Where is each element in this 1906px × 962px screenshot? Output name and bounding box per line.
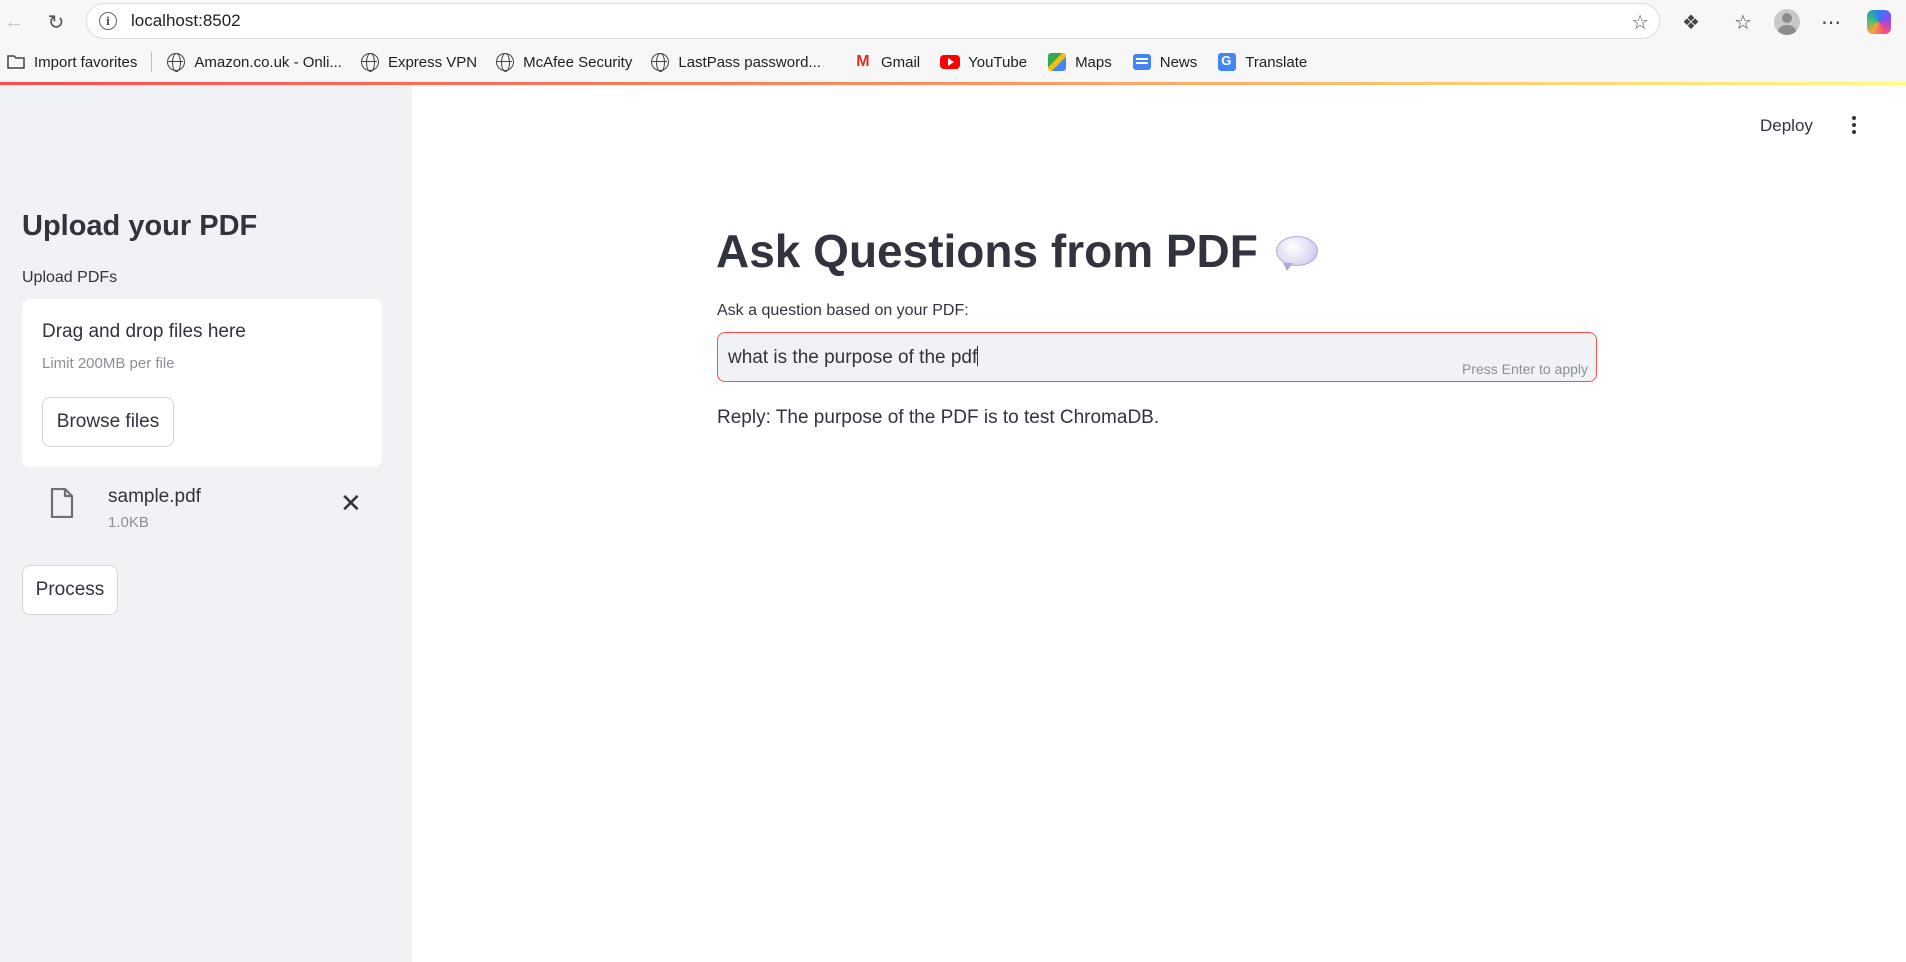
bookmark-youtube[interactable]: YouTube [934, 47, 1033, 77]
bookmark-label: McAfee Security [523, 53, 633, 71]
page-title-text: Ask Questions from PDF [716, 225, 1258, 277]
file-size: 1.0KB [108, 514, 149, 531]
news-icon [1132, 52, 1152, 72]
back-arrow-icon[interactable]: ← [0, 8, 28, 36]
deploy-button[interactable]: Deploy [1760, 116, 1813, 136]
translate-icon [1217, 52, 1237, 72]
reply-text: Reply: The purpose of the PDF is to test… [717, 407, 1160, 428]
bookmark-express-vpn[interactable]: Express VPN [354, 47, 483, 77]
more-menu-icon[interactable]: ⋯ [1816, 7, 1846, 37]
file-icon [50, 487, 74, 523]
input-hint: Press Enter to apply [1461, 361, 1588, 377]
file-dropzone[interactable]: Drag and drop files here Limit 200MB per… [22, 299, 382, 467]
folder-import-icon [6, 52, 26, 72]
refresh-icon[interactable]: ↻ [42, 8, 70, 36]
uploader-label: Upload PDFs [22, 269, 118, 286]
bookmark-translate[interactable]: Translate [1211, 47, 1313, 77]
uploaded-file-item: sample.pdf 1.0KB ✕ [22, 480, 382, 540]
globe-icon [360, 52, 380, 72]
address-bar[interactable]: i localhost:8502 ☆ [86, 3, 1660, 39]
bookmark-label: Amazon.co.uk - Onli... [194, 53, 342, 71]
bookmark-label: Maps [1075, 53, 1112, 71]
bookmark-label: Gmail [880, 53, 921, 71]
browse-files-button[interactable]: Browse files [42, 397, 174, 447]
question-input-value[interactable]: what is the purpose of the pdf [728, 346, 979, 369]
browser-toolbar: ← ↻ i localhost:8502 ☆ ❖ ☆ ⋯ [0, 0, 1906, 42]
bookmark-gmail[interactable]: M Gmail [847, 47, 926, 77]
speech-bubble-icon [1275, 236, 1318, 271]
globe-icon [495, 52, 515, 72]
maps-icon [1047, 52, 1067, 72]
bookmark-label: LastPass password... [678, 53, 821, 71]
bookmark-mcafee[interactable]: McAfee Security [489, 47, 638, 77]
dropzone-title: Drag and drop files here [42, 321, 246, 342]
bookmarks-bar: Import favorites Amazon.co.uk - Onli... … [0, 42, 1906, 82]
extensions-icon[interactable]: ❖ [1676, 7, 1706, 37]
file-name: sample.pdf [108, 486, 201, 507]
youtube-icon [940, 52, 961, 72]
main-menu-kebab-icon[interactable] [1848, 116, 1860, 138]
bookmark-maps[interactable]: Maps [1041, 47, 1118, 77]
profile-avatar-icon[interactable] [1772, 7, 1802, 37]
bookmark-news[interactable]: News [1126, 47, 1204, 77]
gmail-icon: M [856, 53, 870, 70]
process-button[interactable]: Process [22, 565, 118, 615]
bookmark-label: Express VPN [387, 53, 478, 71]
site-info-icon[interactable]: i [99, 12, 117, 30]
bookmark-import-favorites[interactable]: Import favorites [0, 47, 143, 77]
remove-file-close-icon[interactable]: ✕ [340, 490, 362, 516]
copilot-icon[interactable] [1864, 7, 1894, 37]
globe-icon [166, 52, 186, 72]
question-label: Ask a question based on your PDF: [717, 302, 969, 319]
bookmark-label: News [1159, 53, 1198, 71]
favorites-icon[interactable]: ☆ [1728, 7, 1758, 37]
text-caret [977, 346, 979, 366]
sidebar: Upload your PDF Upload PDFs Drag and dro… [0, 85, 412, 962]
bookmark-amazon[interactable]: Amazon.co.uk - Onli... [160, 47, 348, 77]
question-input[interactable]: what is the purpose of the pdf Press Ent… [717, 332, 1597, 382]
bookmark-divider [151, 52, 153, 72]
bookmark-label: Import favorites [34, 53, 138, 71]
page-title: Ask Questions from PDF [716, 224, 1318, 278]
bookmark-lastpass[interactable]: LastPass password... [644, 47, 827, 77]
sidebar-title: Upload your PDF [22, 210, 258, 242]
bookmark-label: Translate [1245, 53, 1308, 71]
bookmark-label: YouTube [968, 53, 1028, 71]
url-text[interactable]: localhost:8502 [131, 11, 241, 31]
favorite-star-icon[interactable]: ☆ [1631, 10, 1649, 35]
dropzone-limit: Limit 200MB per file [42, 355, 175, 372]
globe-icon [650, 52, 670, 72]
